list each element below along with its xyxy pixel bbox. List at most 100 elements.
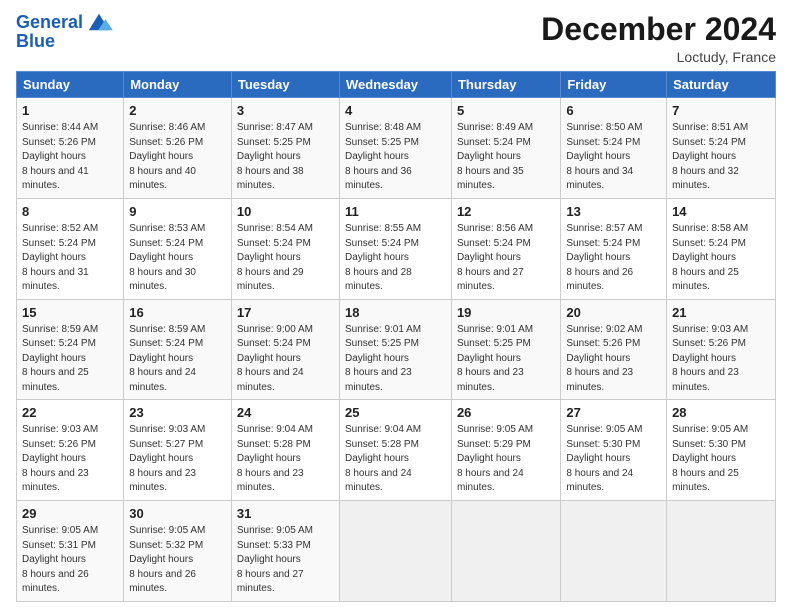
calendar-cell: 30Sunrise: 9:05 AMSunset: 5:32 PMDayligh… [124,500,232,601]
month-title: December 2024 [541,12,776,47]
title-block: December 2024 Loctudy, France [541,12,776,65]
day-number: 29 [22,505,118,523]
day-info: Sunrise: 9:03 AMSunset: 5:26 PMDaylight … [22,423,118,496]
day-number: 26 [457,404,555,422]
day-number: 7 [672,102,770,120]
calendar-cell: 29Sunrise: 9:05 AMSunset: 5:31 PMDayligh… [17,500,124,601]
calendar-cell [667,500,776,601]
calendar-cell: 3Sunrise: 8:47 AMSunset: 5:25 PMDaylight… [231,98,339,199]
day-number: 21 [672,304,770,322]
day-number: 10 [237,203,334,221]
calendar-cell: 9Sunrise: 8:53 AMSunset: 5:24 PMDaylight… [124,198,232,299]
day-info: Sunrise: 9:05 AMSunset: 5:32 PMDaylight … [129,524,226,597]
day-info: Sunrise: 9:05 AMSunset: 5:30 PMDaylight … [566,423,661,496]
calendar-cell: 8Sunrise: 8:52 AMSunset: 5:24 PMDaylight… [17,198,124,299]
day-info: Sunrise: 8:52 AMSunset: 5:24 PMDaylight … [22,222,118,295]
calendar-cell: 18Sunrise: 9:01 AMSunset: 5:25 PMDayligh… [339,299,451,400]
day-info: Sunrise: 8:54 AMSunset: 5:24 PMDaylight … [237,222,334,295]
logo-text: General [16,13,83,33]
day-number: 20 [566,304,661,322]
logo-icon [85,10,113,34]
day-info: Sunrise: 8:46 AMSunset: 5:26 PMDaylight … [129,121,226,194]
day-number: 1 [22,102,118,120]
calendar-table: SundayMondayTuesdayWednesdayThursdayFrid… [16,71,776,601]
calendar-week-row: 8Sunrise: 8:52 AMSunset: 5:24 PMDaylight… [17,198,776,299]
day-number: 17 [237,304,334,322]
calendar-cell: 11Sunrise: 8:55 AMSunset: 5:24 PMDayligh… [339,198,451,299]
calendar-cell: 23Sunrise: 9:03 AMSunset: 5:27 PMDayligh… [124,400,232,501]
logo: General Blue [16,12,113,52]
day-info: Sunrise: 9:04 AMSunset: 5:28 PMDaylight … [237,423,334,496]
day-info: Sunrise: 8:57 AMSunset: 5:24 PMDaylight … [566,222,661,295]
calendar-cell: 28Sunrise: 9:05 AMSunset: 5:30 PMDayligh… [667,400,776,501]
calendar-cell: 1Sunrise: 8:44 AMSunset: 5:26 PMDaylight… [17,98,124,199]
day-number: 5 [457,102,555,120]
logo-blue: Blue [16,32,113,52]
calendar-cell: 21Sunrise: 9:03 AMSunset: 5:26 PMDayligh… [667,299,776,400]
calendar-cell: 24Sunrise: 9:04 AMSunset: 5:28 PMDayligh… [231,400,339,501]
calendar-cell: 2Sunrise: 8:46 AMSunset: 5:26 PMDaylight… [124,98,232,199]
day-number: 14 [672,203,770,221]
day-info: Sunrise: 8:55 AMSunset: 5:24 PMDaylight … [345,222,446,295]
calendar-week-row: 15Sunrise: 8:59 AMSunset: 5:24 PMDayligh… [17,299,776,400]
day-number: 31 [237,505,334,523]
day-number: 13 [566,203,661,221]
day-number: 25 [345,404,446,422]
weekday-header-sunday: Sunday [17,72,124,98]
day-info: Sunrise: 8:53 AMSunset: 5:24 PMDaylight … [129,222,226,295]
day-info: Sunrise: 8:50 AMSunset: 5:24 PMDaylight … [566,121,661,194]
day-number: 12 [457,203,555,221]
day-number: 16 [129,304,226,322]
calendar-cell: 27Sunrise: 9:05 AMSunset: 5:30 PMDayligh… [561,400,667,501]
calendar-cell: 16Sunrise: 8:59 AMSunset: 5:24 PMDayligh… [124,299,232,400]
day-number: 6 [566,102,661,120]
calendar-cell: 6Sunrise: 8:50 AMSunset: 5:24 PMDaylight… [561,98,667,199]
calendar-cell: 17Sunrise: 9:00 AMSunset: 5:24 PMDayligh… [231,299,339,400]
day-info: Sunrise: 8:49 AMSunset: 5:24 PMDaylight … [457,121,555,194]
day-number: 18 [345,304,446,322]
day-number: 28 [672,404,770,422]
day-number: 2 [129,102,226,120]
page-container: General Blue December 2024 Loctudy, Fran… [0,0,792,610]
calendar-cell: 14Sunrise: 8:58 AMSunset: 5:24 PMDayligh… [667,198,776,299]
calendar-cell: 25Sunrise: 9:04 AMSunset: 5:28 PMDayligh… [339,400,451,501]
calendar-cell: 19Sunrise: 9:01 AMSunset: 5:25 PMDayligh… [451,299,560,400]
day-number: 8 [22,203,118,221]
day-info: Sunrise: 8:44 AMSunset: 5:26 PMDaylight … [22,121,118,194]
calendar-cell: 31Sunrise: 9:05 AMSunset: 5:33 PMDayligh… [231,500,339,601]
weekday-header-saturday: Saturday [667,72,776,98]
day-number: 11 [345,203,446,221]
location: Loctudy, France [541,49,776,65]
calendar-cell: 20Sunrise: 9:02 AMSunset: 5:26 PMDayligh… [561,299,667,400]
weekday-header-tuesday: Tuesday [231,72,339,98]
calendar-cell: 13Sunrise: 8:57 AMSunset: 5:24 PMDayligh… [561,198,667,299]
day-number: 9 [129,203,226,221]
day-number: 22 [22,404,118,422]
weekday-header-row: SundayMondayTuesdayWednesdayThursdayFrid… [17,72,776,98]
day-number: 4 [345,102,446,120]
day-info: Sunrise: 8:48 AMSunset: 5:25 PMDaylight … [345,121,446,194]
day-info: Sunrise: 9:04 AMSunset: 5:28 PMDaylight … [345,423,446,496]
calendar-cell [451,500,560,601]
day-info: Sunrise: 9:03 AMSunset: 5:26 PMDaylight … [672,323,770,396]
weekday-header-thursday: Thursday [451,72,560,98]
day-info: Sunrise: 8:59 AMSunset: 5:24 PMDaylight … [22,323,118,396]
day-info: Sunrise: 8:56 AMSunset: 5:24 PMDaylight … [457,222,555,295]
day-number: 27 [566,404,661,422]
header: General Blue December 2024 Loctudy, Fran… [16,12,776,65]
day-info: Sunrise: 8:47 AMSunset: 5:25 PMDaylight … [237,121,334,194]
calendar-week-row: 22Sunrise: 9:03 AMSunset: 5:26 PMDayligh… [17,400,776,501]
calendar-week-row: 1Sunrise: 8:44 AMSunset: 5:26 PMDaylight… [17,98,776,199]
day-info: Sunrise: 9:05 AMSunset: 5:29 PMDaylight … [457,423,555,496]
calendar-cell: 26Sunrise: 9:05 AMSunset: 5:29 PMDayligh… [451,400,560,501]
day-info: Sunrise: 9:01 AMSunset: 5:25 PMDaylight … [345,323,446,396]
day-info: Sunrise: 9:00 AMSunset: 5:24 PMDaylight … [237,323,334,396]
calendar-cell [561,500,667,601]
day-number: 23 [129,404,226,422]
calendar-week-row: 29Sunrise: 9:05 AMSunset: 5:31 PMDayligh… [17,500,776,601]
day-info: Sunrise: 9:05 AMSunset: 5:33 PMDaylight … [237,524,334,597]
day-info: Sunrise: 8:51 AMSunset: 5:24 PMDaylight … [672,121,770,194]
calendar-cell: 7Sunrise: 8:51 AMSunset: 5:24 PMDaylight… [667,98,776,199]
calendar-cell: 22Sunrise: 9:03 AMSunset: 5:26 PMDayligh… [17,400,124,501]
day-number: 19 [457,304,555,322]
